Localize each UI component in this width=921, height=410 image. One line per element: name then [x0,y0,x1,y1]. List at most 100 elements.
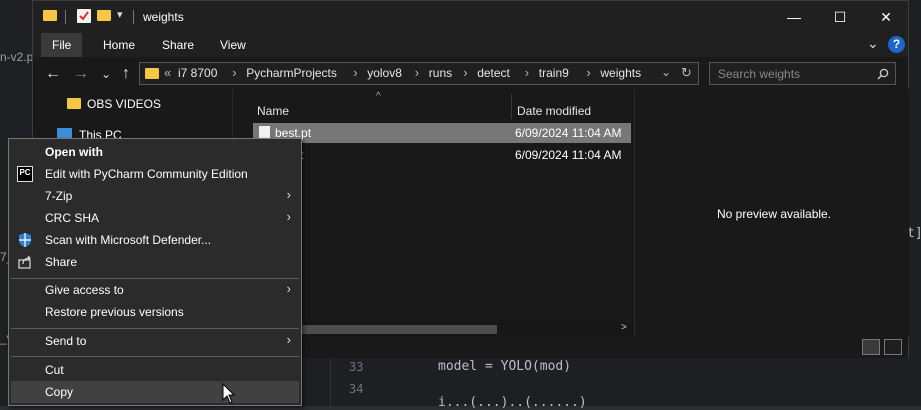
file-row[interactable]: t 6/09/2024 11:04 AM [253,145,631,165]
menu-item-label: Send to [45,334,87,348]
ribbon-expand-icon[interactable]: ⌄ [867,35,879,52]
breadcrumb-item[interactable]: PycharmProjects [246,66,337,80]
details-view-icon[interactable] [862,339,880,355]
sort-ascending-icon: ^ [376,91,381,102]
defender-shield-icon [19,233,31,247]
code-line[interactable]: i...(...)..(......) [438,395,587,410]
breadcrumb-separator-icon[interactable]: › [353,65,357,80]
column-header-name[interactable]: Name [257,104,289,118]
menu-item-share[interactable]: Share [11,251,299,273]
menu-item-restore-versions[interactable]: Restore previous versions [11,301,299,323]
menu-item-7zip[interactable]: 7-Zip › [11,185,299,207]
breadcrumb-overflow[interactable]: « [164,65,171,80]
folder-icon [43,10,57,21]
ribbon-tabs: File Home Share View ⌄ ? [33,33,908,57]
menu-item-label: CRC SHA [45,211,100,225]
pycharm-icon: PC [17,166,33,182]
properties-icon[interactable] [77,9,91,23]
submenu-arrow-icon: › [286,209,291,224]
line-number: 33 [349,360,364,374]
new-folder-icon[interactable] [97,10,111,21]
code-fragment: t] [907,226,921,241]
menu-item-copy[interactable]: Copy [11,381,299,403]
menu-separator [11,328,299,329]
tab-file[interactable]: File [41,33,83,57]
code-line[interactable]: model = YOLO(mod) [438,359,571,374]
preview-message: No preview available. [717,207,832,221]
menu-item-open-with[interactable]: Open with [11,141,299,163]
navigation-bar: ← → ⌄ ↑ « i7 8700 › PycharmProjects › yolov8… [33,59,908,89]
large-icons-view-icon[interactable] [884,339,902,355]
search-input[interactable] [716,66,870,82]
recent-locations-button[interactable]: ⌄ [96,64,116,84]
file-date: 6/09/2024 11:04 AM [515,126,622,140]
tab-home[interactable]: Home [92,33,146,57]
breadcrumb-item[interactable]: detect [477,66,510,80]
preview-pane: No preview available. [634,89,909,337]
menu-item-label: Open with [45,145,103,159]
column-divider[interactable] [511,94,512,119]
submenu-arrow-icon: › [286,281,291,296]
forward-button[interactable]: → [71,64,91,84]
submenu-arrow-icon: › [286,332,291,347]
context-menu: Open with PC Edit with PyCharm Community… [8,138,302,406]
breadcrumb-item[interactable]: i7 8700 [178,66,217,80]
minimize-button[interactable]: — [771,1,817,33]
menu-item-label: Scan with Microsoft Defender... [45,233,212,247]
search-box[interactable] [709,62,896,85]
tab-view[interactable]: View [209,33,257,57]
separator [65,10,66,24]
close-button[interactable]: ✕ [863,1,909,33]
window-title: weights [143,10,184,24]
menu-item-label: Edit with PyCharm Community Edition [45,167,248,181]
menu-item-edit-pycharm[interactable]: PC Edit with PyCharm Community Edition [11,163,299,185]
breadcrumb-item[interactable]: runs [429,66,452,80]
breadcrumb-separator-icon[interactable]: › [586,65,590,80]
breadcrumb-separator-icon[interactable]: › [415,65,419,80]
menu-item-label: Give access to [45,283,124,297]
file-row[interactable]: best.pt 6/09/2024 11:04 AM [253,123,631,143]
menu-item-label: Copy [45,385,74,399]
menu-item-scan-defender[interactable]: Scan with Microsoft Defender... [11,229,299,251]
address-dropdown-icon[interactable]: ⌄ [661,65,671,79]
menu-separator [11,356,299,357]
help-icon[interactable]: ? [888,36,905,53]
menu-item-label: 7-Zip [45,189,73,203]
menu-item-crc-sha[interactable]: CRC SHA › [11,207,299,229]
menu-item-label: Restore previous versions [45,305,184,319]
separator [133,10,134,24]
ide-gutter: 33 34 [330,356,401,406]
menu-item-give-access[interactable]: Give access to › [11,279,299,301]
breadcrumb-item[interactable]: yolov8 [367,66,402,80]
search-icon[interactable] [877,68,889,80]
file-list: ^ Name Date modified best.pt 6/09/2024 1… [249,89,634,337]
scroll-right-icon[interactable]: > [621,322,627,333]
refresh-icon[interactable]: ↻ [681,65,692,81]
title-bar: ▾ weights — ☐ ✕ [33,1,908,33]
folder-icon [67,98,81,109]
navpane-item-obs-videos[interactable]: OBS VIDEOS [87,97,161,111]
folder-icon [145,68,159,79]
line-number: 34 [349,382,364,396]
menu-item-label: Cut [45,363,64,377]
menu-item-label: Share [45,255,78,269]
maximize-button[interactable]: ☐ [817,1,863,33]
address-bar[interactable]: « i7 8700 › PycharmProjects › yolov8 › runs › de… [139,62,699,85]
breadcrumb-item[interactable]: weights [600,66,641,80]
menu-item-send-to[interactable]: Send to › [11,330,299,352]
breadcrumb-separator-icon[interactable]: › [525,65,529,80]
horizontal-scrollbar[interactable]: < > [249,321,634,337]
column-header-date[interactable]: Date modified [517,104,591,118]
menu-item-cut[interactable]: Cut [11,359,299,381]
share-icon [18,255,31,269]
breadcrumb-separator-icon[interactable]: › [463,65,467,80]
check-icon [79,11,89,21]
file-date: 6/09/2024 11:04 AM [515,148,622,162]
up-button[interactable]: ↑ [116,64,136,84]
tab-share[interactable]: Share [151,33,205,57]
scrollbar-thumb[interactable] [289,325,497,334]
quick-access-dropdown-icon[interactable]: ▾ [117,8,123,21]
back-button[interactable]: ← [43,64,63,84]
breadcrumb-item[interactable]: train9 [539,66,569,80]
breadcrumb-separator-icon[interactable]: › [232,65,236,80]
